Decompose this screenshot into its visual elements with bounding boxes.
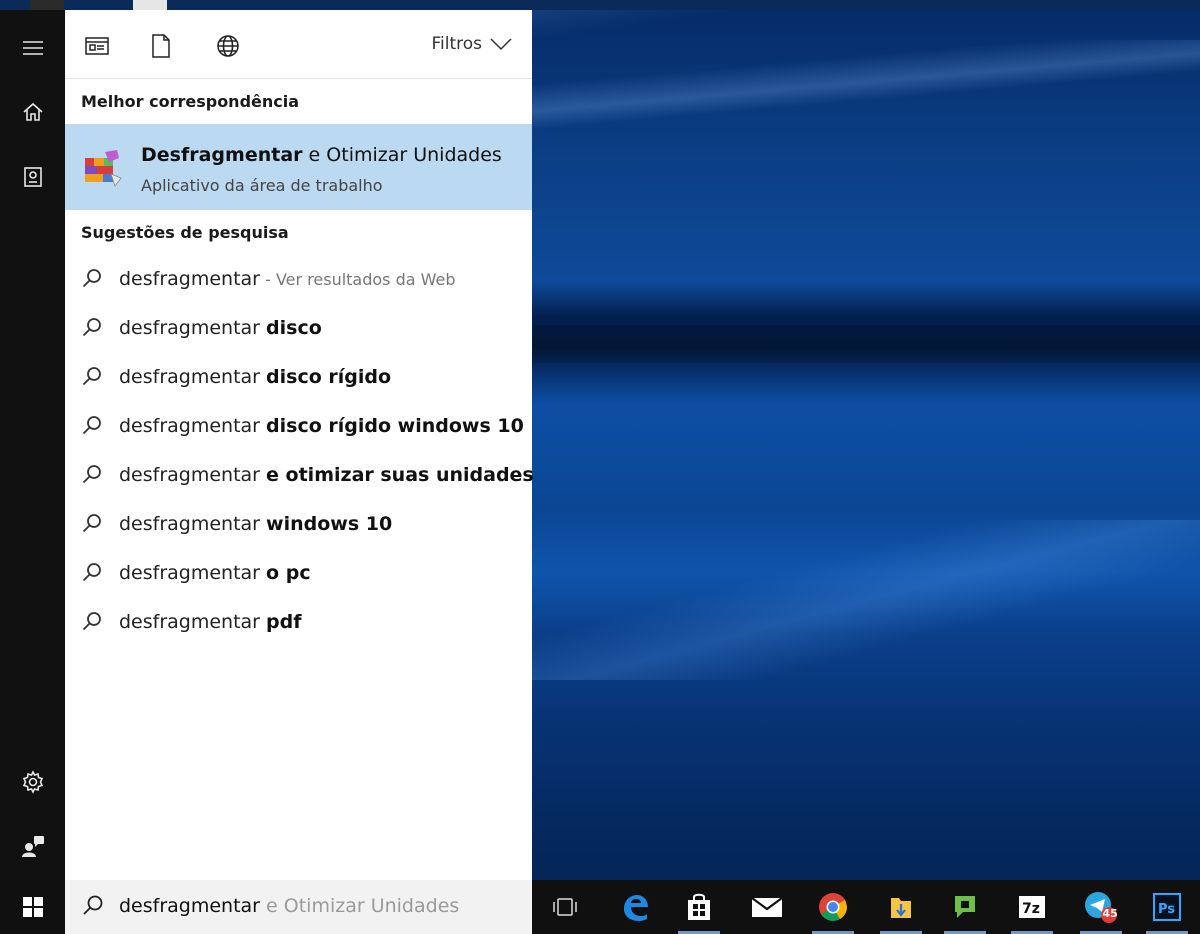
- suggestion-text: desfragmentar disco: [119, 317, 322, 339]
- store-icon[interactable]: [670, 880, 728, 934]
- hamburger-menu-icon[interactable]: [0, 24, 65, 72]
- search-icon: [81, 366, 103, 388]
- settings-gear-icon[interactable]: [0, 758, 65, 806]
- photoshop-icon[interactable]: Ps: [1138, 880, 1196, 934]
- telegram-badge: 45: [1102, 907, 1118, 920]
- suggestion-text: desfragmentar o pc: [119, 562, 311, 584]
- suggestion-item[interactable]: desfragmentar disco rígido: [65, 354, 532, 400]
- taskbar-search-box[interactable]: desfragmentar e Otimizar Unidades: [65, 880, 532, 934]
- suggestion-item[interactable]: desfragmentar disco rígido windows 10: [65, 403, 532, 449]
- picpick-icon[interactable]: [936, 880, 994, 934]
- file-explorer-icon[interactable]: [872, 880, 930, 934]
- taskbar: desfragmentar e Otimizar Unidades 7z 45 …: [0, 880, 1200, 934]
- search-icon: [81, 415, 103, 437]
- documents-filter-icon[interactable]: [145, 30, 177, 62]
- windows-logo-icon: [22, 897, 43, 917]
- top-edge: [0, 0, 1200, 10]
- suggestion-text: desfragmentar e otimizar suas unidades: [119, 464, 534, 486]
- search-icon: [81, 562, 103, 584]
- search-icon: [81, 513, 103, 535]
- suggestion-item[interactable]: desfragmentar disco: [65, 305, 532, 351]
- suggestion-text: desfragmentar disco rígido windows 10: [119, 415, 524, 437]
- search-input[interactable]: desfragmentar e Otimizar Unidades: [119, 895, 459, 917]
- suggestion-item[interactable]: desfragmentar - Ver resultados da Web: [65, 256, 532, 302]
- suggestion-item[interactable]: desfragmentar o pc: [65, 550, 532, 596]
- suggestion-item[interactable]: desfragmentar pdf: [65, 599, 532, 645]
- search-icon: [81, 611, 103, 633]
- filter-bar: Filtros: [65, 10, 532, 79]
- start-button[interactable]: [0, 880, 65, 934]
- svg-text:7z: 7z: [1022, 901, 1040, 917]
- edge-icon[interactable]: [606, 880, 664, 934]
- task-view-icon[interactable]: [536, 880, 594, 934]
- suggestion-item[interactable]: desfragmentar e otimizar suas unidades: [65, 452, 534, 498]
- suggestions-header: Sugestões de pesquisa: [81, 223, 289, 242]
- search-icon: [81, 894, 105, 918]
- mail-icon[interactable]: [738, 880, 796, 934]
- chrome-icon[interactable]: [804, 880, 862, 934]
- suggestion-text: desfragmentar - Ver resultados da Web: [119, 268, 456, 290]
- home-icon[interactable]: [0, 88, 65, 136]
- best-match-title: Desfragmentar e Otimizar Unidades: [141, 144, 502, 166]
- best-match-subtitle: Aplicativo da área de trabalho: [141, 176, 383, 195]
- start-rail: [0, 10, 65, 880]
- svg-text:Ps: Ps: [1158, 902, 1175, 917]
- filters-label: Filtros: [431, 34, 482, 54]
- best-match-header: Melhor correspondência: [81, 92, 300, 111]
- defrag-app-icon: [81, 148, 123, 188]
- search-icon: [81, 317, 103, 339]
- web-filter-icon[interactable]: [212, 30, 244, 62]
- apps-filter-icon[interactable]: [81, 30, 113, 62]
- suggestion-text: desfragmentar disco rígido: [119, 366, 392, 388]
- 7zip-icon[interactable]: 7z: [1003, 880, 1061, 934]
- search-icon: [81, 268, 103, 290]
- notebook-icon[interactable]: [0, 153, 65, 201]
- filters-dropdown[interactable]: Filtros: [431, 34, 512, 54]
- search-panel: Filtros Melhor correspondência Desfragme…: [65, 10, 534, 880]
- suggestion-text: desfragmentar windows 10: [119, 513, 393, 535]
- search-icon: [81, 464, 103, 486]
- suggestion-item[interactable]: desfragmentar windows 10: [65, 501, 532, 547]
- telegram-icon[interactable]: 45: [1072, 880, 1130, 934]
- chevron-down-icon: [490, 38, 512, 51]
- feedback-user-icon[interactable]: [0, 822, 65, 870]
- best-match-result[interactable]: Desfragmentar e Otimizar Unidades Aplica…: [65, 124, 532, 210]
- suggestion-text: desfragmentar pdf: [119, 611, 302, 633]
